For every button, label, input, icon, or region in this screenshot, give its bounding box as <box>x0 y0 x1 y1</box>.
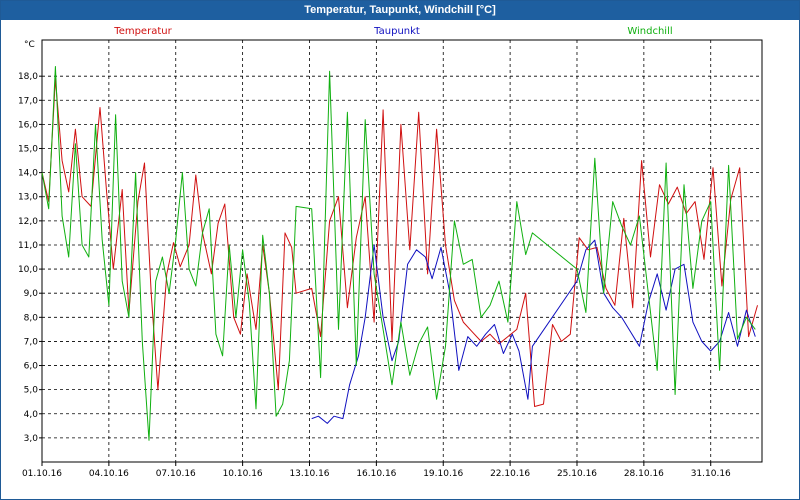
x-tick-label: 13.10.16 <box>289 469 329 479</box>
x-tick-label: 16.10.16 <box>356 469 396 479</box>
y-tick-label: 18,0 <box>18 72 38 82</box>
y-tick-label: 6,0 <box>24 362 39 372</box>
y-tick-label: 12,0 <box>18 217 38 227</box>
y-tick-label: 9,0 <box>24 289 39 299</box>
y-tick-label: 4,0 <box>24 410 39 420</box>
y-tick-label: 10,0 <box>18 265 38 275</box>
line-chart: 3,0 4,0 5,0 6,0 7,0 8,0 9,0 10,0 11,0 12,0 13,0 14,… <box>18 26 763 479</box>
legend: Temperatur Taupunkt Windchill <box>113 26 672 37</box>
x-tick-label: 25.10.16 <box>557 469 597 479</box>
y-tick-label: 13,0 <box>18 193 38 203</box>
legend-item-windchill: Windchill <box>627 26 672 37</box>
x-tick-label: 04.10.16 <box>89 469 129 479</box>
y-tick-label: 16,0 <box>18 120 38 130</box>
y-axis-ticks: 3,0 4,0 5,0 6,0 7,0 8,0 9,0 10,0 11,0 12,0 13,0 14,… <box>18 72 42 444</box>
x-tick-label: 22.10.16 <box>490 469 530 479</box>
y-tick-label: 15,0 <box>18 145 38 155</box>
legend-item-taupunkt: Taupunkt <box>373 26 420 37</box>
y-axis-unit: °C <box>24 40 35 50</box>
y-tick-label: 7,0 <box>24 337 39 347</box>
x-tick-label: 19.10.16 <box>423 469 463 479</box>
x-tick-label: 31.10.16 <box>691 469 731 479</box>
x-axis-ticks: 01.10.16 04.10.16 07.10.16 10.10.16 13.10.16… <box>22 462 731 479</box>
y-tick-label: 11,0 <box>18 241 38 251</box>
y-tick-label: 17,0 <box>18 96 38 106</box>
plot-area <box>41 39 763 463</box>
x-tick-label: 01.10.16 <box>22 469 62 479</box>
x-tick-label: 07.10.16 <box>156 469 196 479</box>
plot-background <box>41 39 763 463</box>
y-tick-label: 14,0 <box>18 169 38 179</box>
legend-item-temperatur: Temperatur <box>113 26 172 37</box>
x-tick-label: 10.10.16 <box>223 469 263 479</box>
x-tick-label: 28.10.16 <box>624 469 664 479</box>
y-tick-label: 5,0 <box>24 386 39 396</box>
y-tick-label: 3,0 <box>24 434 39 444</box>
y-tick-label: 8,0 <box>24 313 39 323</box>
